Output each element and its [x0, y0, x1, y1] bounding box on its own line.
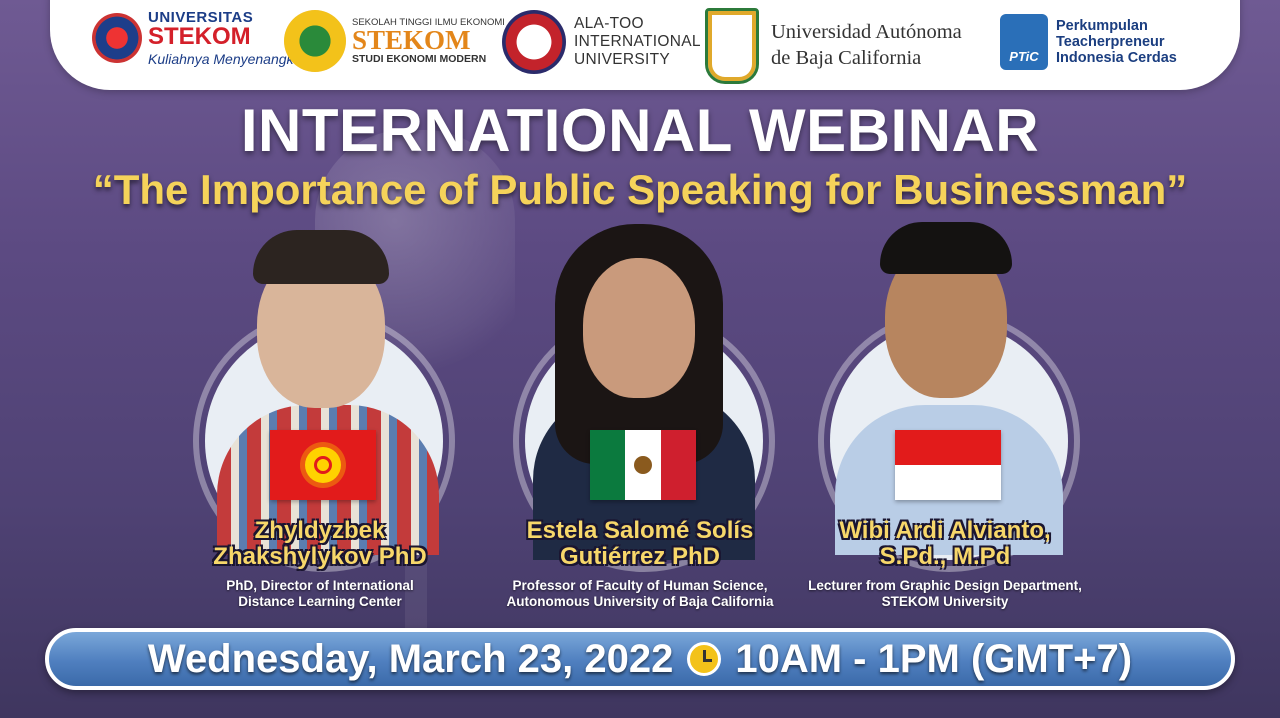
speaker-role: Lecturer from Graphic Design Department,… [808, 578, 1082, 610]
webinar-subtitle: “The Importance of Public Speaking for B… [92, 166, 1188, 213]
speaker-role: PhD, Director of International Distance … [226, 578, 414, 610]
logo-bar: UNIVERSITAS STEKOM Kuliahnya Menyenangka… [50, 0, 1240, 90]
uabc-logo: Universidad Autónoma de Baja California [705, 8, 962, 84]
logo-text: STUDI EKONOMI MODERN [352, 53, 487, 65]
stie-stekom-seal-icon [284, 10, 346, 72]
logo-text: Teacherpreneur [1056, 33, 1165, 50]
event-date-bar: Wednesday, March 23, 2022 10AM - 1PM (GM… [45, 628, 1235, 690]
indonesia-flag-icon [895, 430, 1001, 500]
uabc-shield-icon [705, 8, 759, 84]
ptic-badge-icon: PTiC [1000, 14, 1048, 70]
ala-too-seal-icon [502, 10, 566, 74]
speaker-name: Wibi Ardi Alvianto, S.Pd., M.Pd [839, 517, 1051, 571]
logo-text: Perkumpulan [1056, 17, 1148, 34]
logo-text: ALA-TOO [574, 14, 644, 32]
logo-text: STEKOM [352, 25, 471, 55]
speaker-card: Zhyldyzbek Zhakshylykov PhD PhD, Directo… [155, 220, 485, 620]
stie-stekom-logo: SEKOLAH TINGGI ILMU EKONOMI STEKOM STUDI… [284, 10, 505, 72]
speaker-role: Professor of Faculty of Human Science, A… [506, 578, 774, 610]
logo-text: INTERNATIONAL [574, 32, 701, 50]
logo-text: Indonesia Cerdas [1056, 50, 1177, 67]
speaker-card: Estela Salomé Solís Gutiérrez PhD Profes… [475, 220, 805, 620]
event-date: Wednesday, March 23, 2022 [147, 636, 674, 681]
logo-text: de Baja California [771, 47, 922, 69]
speaker-name: Zhyldyzbek Zhakshylykov PhD [213, 517, 427, 571]
mexico-flag-icon [590, 430, 696, 500]
speaker-name: Estela Salomé Solís Gutiérrez PhD [526, 517, 754, 571]
page-title: INTERNATIONAL WEBINAR [240, 97, 1040, 164]
kyrgyzstan-flag-icon [270, 430, 376, 500]
ptic-logo: PTiC Perkumpulan Teacherpreneur Indonesi… [1000, 14, 1177, 70]
webinar-poster: UNIVERSITAS STEKOM Kuliahnya Menyenangka… [0, 0, 1280, 718]
alarm-clock-icon [687, 642, 722, 676]
logo-text: Universidad Autónoma [771, 21, 962, 44]
stekom-seal-icon [92, 13, 142, 63]
ala-too-logo: ALA-TOO INTERNATIONAL UNIVERSITY [502, 10, 701, 74]
event-time: 10AM - 1PM (GMT+7) [735, 636, 1133, 681]
logo-text: UNIVERSITY [574, 51, 671, 69]
speaker-card: Wibi Ardi Alvianto, S.Pd., M.Pd Lecturer… [780, 220, 1110, 620]
